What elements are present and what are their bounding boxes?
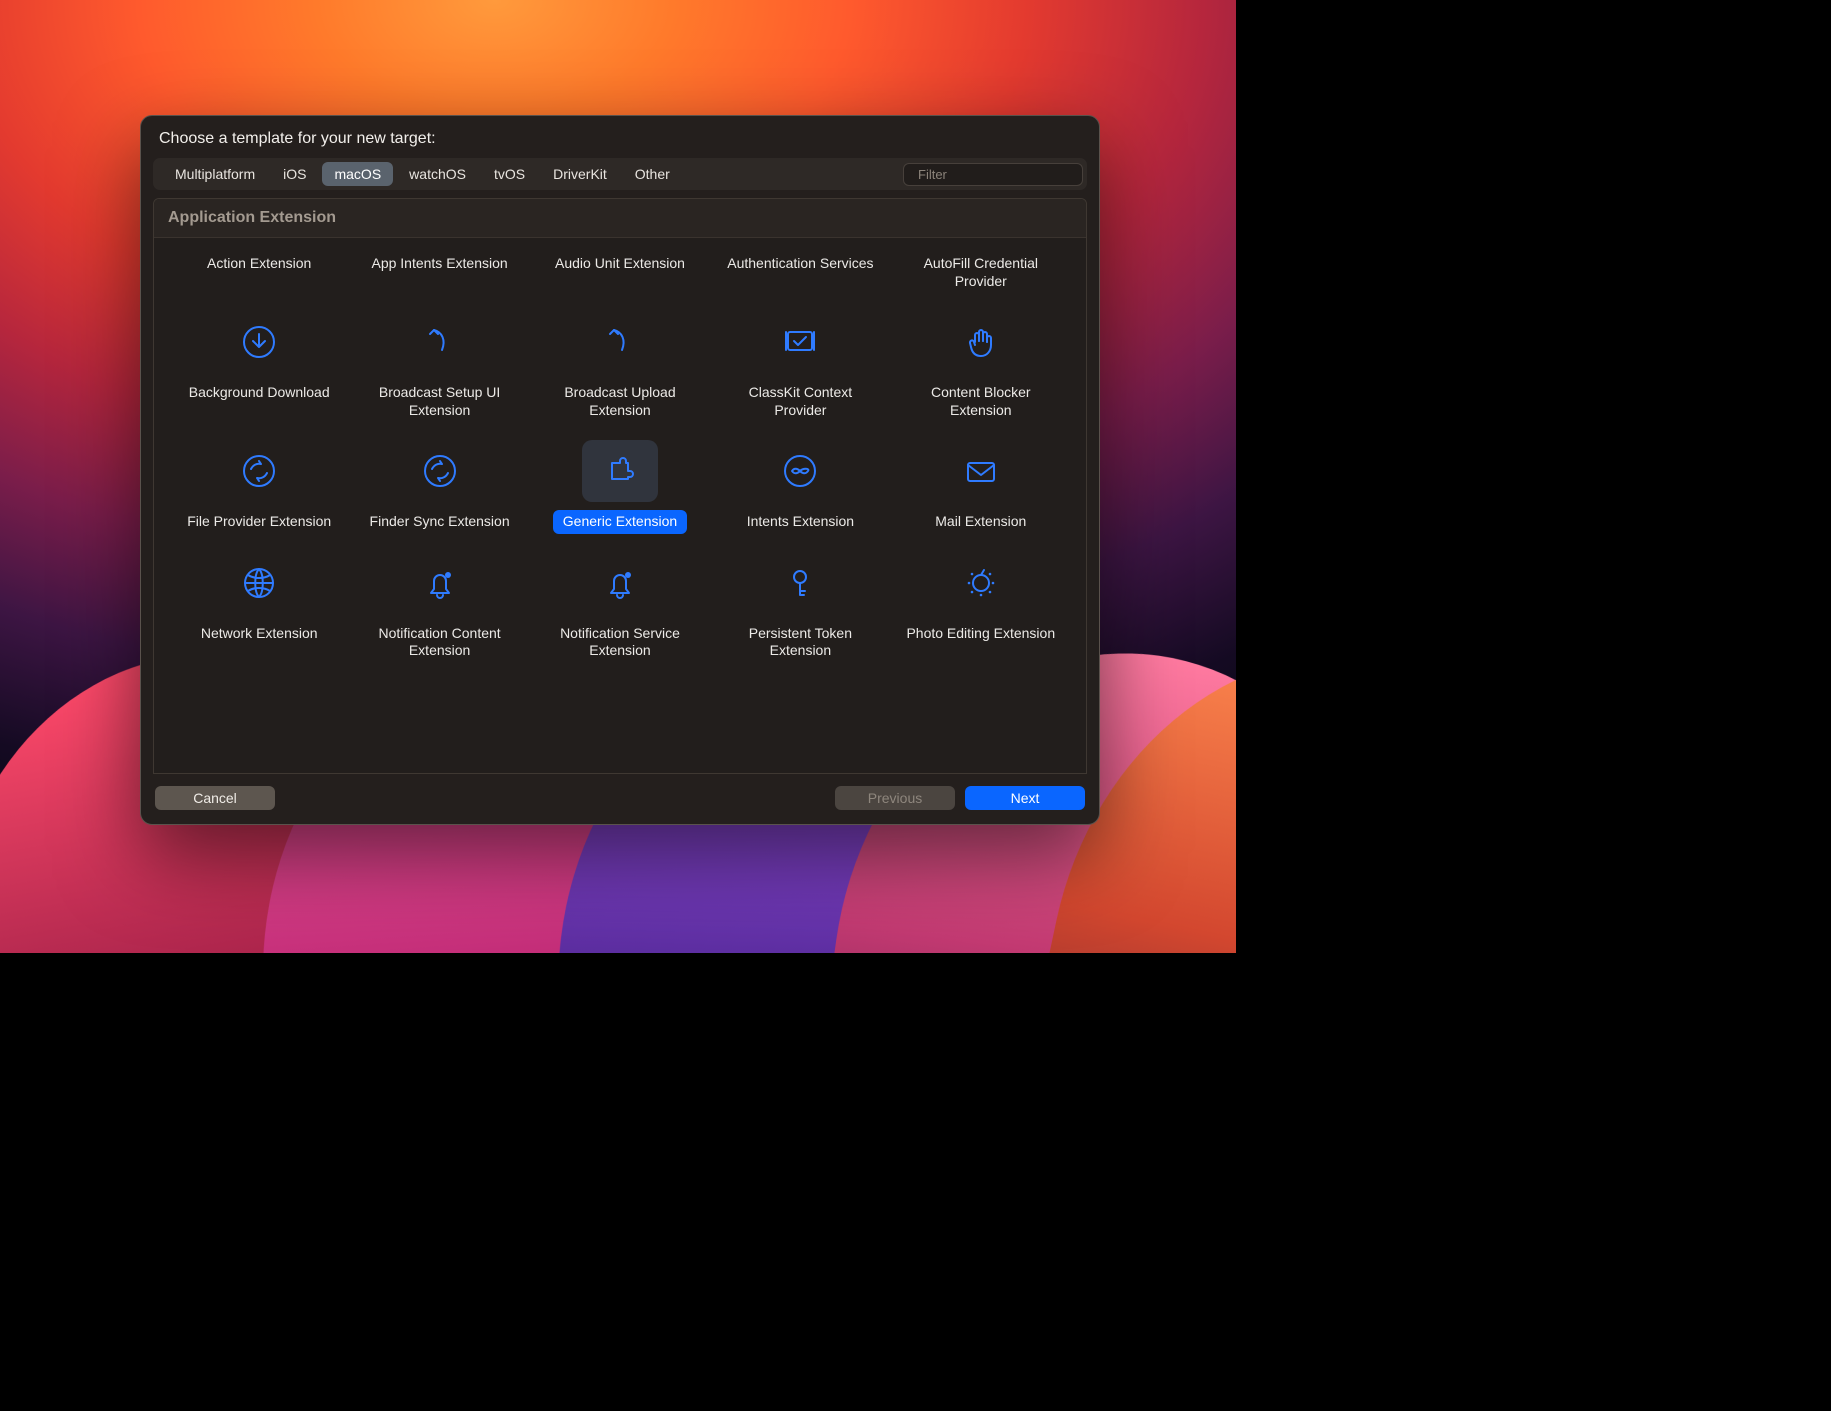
previous-button: Previous (835, 786, 955, 810)
template-classkit-context-provider[interactable]: ClassKit Context Provider (715, 311, 885, 422)
template-content: Application Extension Action Extension Ap… (153, 198, 1087, 774)
template-label: Broadcast Setup UI Extension (355, 381, 525, 422)
platform-tab-macos[interactable]: macOS (322, 162, 393, 186)
template-label: File Provider Extension (177, 510, 341, 534)
template-label: Photo Editing Extension (896, 622, 1065, 646)
template-file-provider-extension[interactable]: File Provider Extension (174, 440, 344, 534)
template-label: Persistent Token Extension (715, 622, 885, 663)
template-label: Mail Extension (925, 510, 1036, 534)
cancel-button[interactable]: Cancel (155, 786, 275, 810)
template-label: Generic Extension (553, 510, 687, 534)
platform-tabbar: MultiplatformiOSmacOSwatchOStvOSDriverKi… (153, 158, 1087, 190)
template-content-blocker-extension[interactable]: Content Blocker Extension (896, 311, 1066, 422)
template-label: Finder Sync Extension (360, 510, 520, 534)
template-notification-content-extension[interactable]: Notification Content Extension (354, 552, 524, 663)
template-label: Background Download (179, 381, 340, 405)
arrow-redo-icon (402, 311, 478, 373)
template-label: Broadcast Upload Extension (535, 381, 705, 422)
puzzle-icon (582, 440, 658, 502)
screen-check-icon (762, 311, 838, 373)
globe-icon (221, 552, 297, 614)
template-label: Intents Extension (737, 510, 864, 534)
template-photo-editing-extension[interactable]: Photo Editing Extension (896, 552, 1066, 663)
template-label: Authentication Services (717, 252, 883, 276)
template-label: AutoFill Credential Provider (896, 252, 1066, 293)
template-grid-viewport[interactable]: Action Extension App Intents Extension Aud… (154, 238, 1086, 773)
template-notification-service-extension[interactable]: Notification Service Extension (535, 552, 705, 663)
template-mail-extension[interactable]: Mail Extension (896, 440, 1066, 534)
platform-tab-driverkit[interactable]: DriverKit (541, 162, 619, 186)
template-label: Audio Unit Extension (545, 252, 695, 276)
template-label: Network Extension (191, 622, 328, 646)
template-autofill-credential-provider[interactable]: AutoFill Credential Provider (896, 252, 1066, 293)
platform-tab-multiplatform[interactable]: Multiplatform (163, 162, 267, 186)
dialog-title: Choose a template for your new target: (141, 116, 1099, 158)
platform-tab-watchos[interactable]: watchOS (397, 162, 478, 186)
template-persistent-token-extension[interactable]: Persistent Token Extension (715, 552, 885, 663)
template-audio-unit-extension[interactable]: Audio Unit Extension (535, 252, 705, 293)
template-label: App Intents Extension (361, 252, 517, 276)
template-app-intents-extension[interactable]: App Intents Extension (354, 252, 524, 293)
hand-icon (943, 311, 1019, 373)
template-broadcast-upload-extension[interactable]: Broadcast Upload Extension (535, 311, 705, 422)
template-background-download[interactable]: Background Download (174, 311, 344, 422)
platform-tab-list: MultiplatformiOSmacOSwatchOStvOSDriverKi… (157, 162, 682, 186)
template-label: Notification Service Extension (535, 622, 705, 663)
sync-circle-icon (402, 440, 478, 502)
platform-tab-ios[interactable]: iOS (271, 162, 318, 186)
platform-tab-tvos[interactable]: tvOS (482, 162, 537, 186)
section-header: Application Extension (154, 199, 1086, 238)
template-authentication-services[interactable]: Authentication Services (715, 252, 885, 293)
template-label: Action Extension (197, 252, 321, 276)
infinity-circle-icon (762, 440, 838, 502)
template-label: ClassKit Context Provider (715, 381, 885, 422)
template-chooser-dialog: Choose a template for your new target: M… (140, 115, 1100, 825)
template-action-extension[interactable]: Action Extension (174, 252, 344, 293)
dialog-footer: Cancel Previous Next (141, 774, 1099, 824)
template-intents-extension[interactable]: Intents Extension (715, 440, 885, 534)
template-label: Content Blocker Extension (896, 381, 1066, 422)
dial-icon (943, 552, 1019, 614)
next-button[interactable]: Next (965, 786, 1085, 810)
sync-circle-icon (221, 440, 297, 502)
envelope-icon (943, 440, 1019, 502)
platform-tab-other[interactable]: Other (623, 162, 682, 186)
template-grid: Action Extension App Intents Extension Aud… (154, 238, 1086, 663)
template-label: Notification Content Extension (355, 622, 525, 663)
bell-dot-icon (402, 552, 478, 614)
filter-field[interactable] (903, 163, 1083, 186)
desktop-wallpaper: Choose a template for your new target: M… (0, 0, 1236, 953)
template-network-extension[interactable]: Network Extension (174, 552, 344, 663)
key-icon (762, 552, 838, 614)
template-broadcast-setup-ui-extension[interactable]: Broadcast Setup UI Extension (354, 311, 524, 422)
arrow-redo-icon (582, 311, 658, 373)
template-finder-sync-extension[interactable]: Finder Sync Extension (354, 440, 524, 534)
bell-dot-icon (582, 552, 658, 614)
arrow-down-circle-icon (221, 311, 297, 373)
filter-input[interactable] (918, 167, 1094, 182)
template-generic-extension[interactable]: Generic Extension (535, 440, 705, 534)
